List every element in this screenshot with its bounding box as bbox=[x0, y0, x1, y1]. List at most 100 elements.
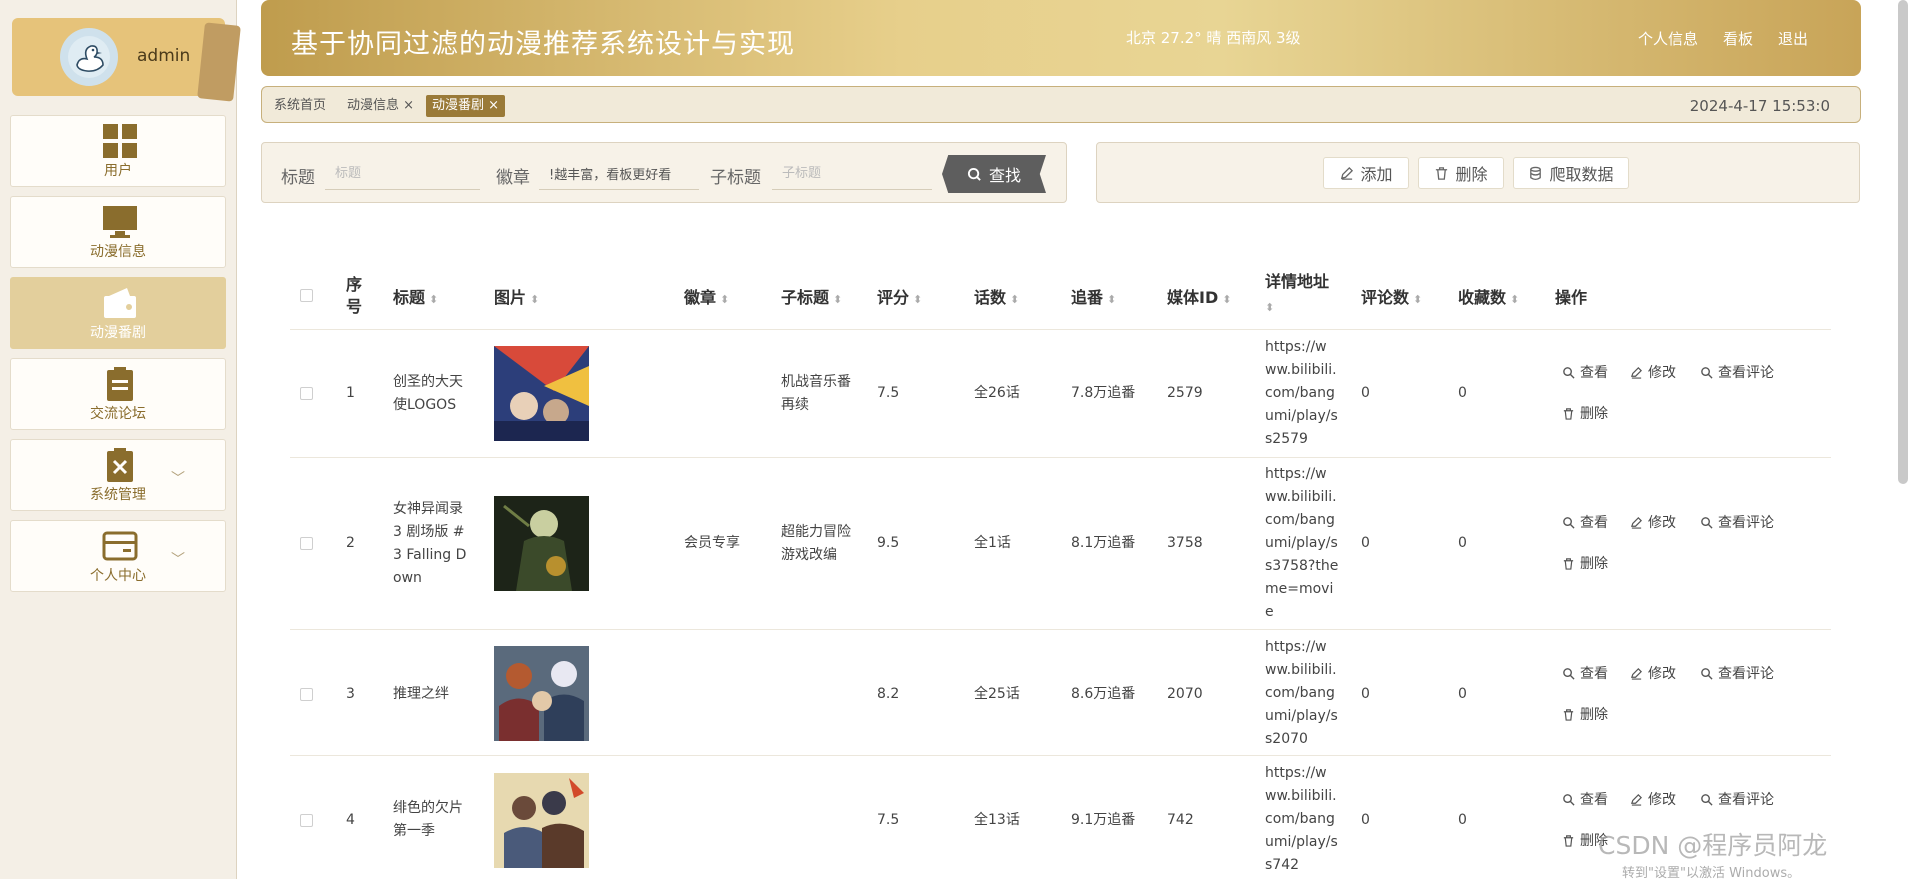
row-checkbox[interactable] bbox=[300, 537, 313, 550]
tab-anime-series[interactable]: 动漫番剧 × bbox=[426, 95, 506, 117]
view-button[interactable]: 查看 bbox=[1562, 663, 1608, 683]
view-button[interactable]: 查看 bbox=[1562, 362, 1608, 382]
cell-follow: 7.8万追番 bbox=[1071, 385, 1136, 401]
sort-icon[interactable]: ⬍ bbox=[1413, 293, 1422, 306]
sort-icon[interactable]: ⬍ bbox=[1222, 293, 1231, 306]
row-checkbox[interactable] bbox=[300, 688, 313, 701]
edit-label: 修改 bbox=[1648, 666, 1676, 682]
cell-url[interactable]: https://w ww.bilibili. com/bang umi/play/s s… bbox=[1265, 636, 1350, 751]
edit-icon bbox=[1631, 366, 1642, 379]
nav-item-forum[interactable]: 交流论坛 bbox=[10, 358, 226, 430]
view-comments-button[interactable]: 查看评论 bbox=[1700, 362, 1774, 382]
row-checkbox[interactable] bbox=[300, 814, 313, 827]
chevron-down-icon[interactable]: ﹀ bbox=[171, 468, 185, 488]
nav-label: 个人中心 bbox=[90, 568, 146, 584]
anime-poster[interactable] bbox=[494, 496, 589, 591]
add-button[interactable]: 添加 bbox=[1323, 157, 1409, 189]
search-icon bbox=[1701, 516, 1713, 529]
col-header-episodes[interactable]: 话数 ⬍ bbox=[974, 284, 1019, 308]
col-header-media-id[interactable]: 媒体ID ⬍ bbox=[1167, 284, 1231, 308]
delete-row-button[interactable]: 删除 bbox=[1562, 704, 1608, 724]
trash-icon bbox=[1436, 166, 1448, 180]
view-comments-button[interactable]: 查看评论 bbox=[1700, 663, 1774, 683]
sort-icon[interactable]: ⬍ bbox=[1010, 293, 1019, 306]
logout-link[interactable]: 退出 bbox=[1778, 28, 1808, 49]
view-comments-button[interactable]: 查看评论 bbox=[1700, 512, 1774, 532]
nav-item-anime-info[interactable]: 动漫信息 bbox=[10, 196, 226, 268]
col-header-comments[interactable]: 评论数 ⬍ bbox=[1361, 284, 1422, 308]
sort-icon[interactable]: ⬍ bbox=[429, 293, 438, 306]
sort-icon[interactable]: ⬍ bbox=[530, 293, 539, 306]
view-button[interactable]: 查看 bbox=[1562, 789, 1608, 809]
user-card[interactable]: admin bbox=[12, 18, 225, 96]
url-line: com/bang bbox=[1265, 385, 1335, 401]
crawl-data-button[interactable]: 爬取数据 bbox=[1513, 157, 1629, 189]
col-header-title[interactable]: 标题 ⬍ bbox=[393, 284, 438, 308]
title-line: 使LOGOS bbox=[393, 397, 457, 413]
title-line: 创圣的大天 bbox=[393, 374, 463, 390]
col-header-url[interactable]: 详情地址 ⬍ bbox=[1265, 270, 1329, 320]
sort-icon[interactable]: ⬍ bbox=[913, 293, 922, 306]
view-button[interactable]: 查看 bbox=[1562, 512, 1608, 532]
view-comments-button[interactable]: 查看评论 bbox=[1700, 789, 1774, 809]
cell-url[interactable]: https://w ww.bilibili. com/bang umi/play/s s… bbox=[1265, 336, 1350, 451]
dashboard-link[interactable]: 看板 bbox=[1723, 28, 1753, 49]
sort-icon[interactable]: ⬍ bbox=[833, 293, 842, 306]
tab-anime-info[interactable]: 动漫信息 × bbox=[347, 96, 414, 116]
col-header-score[interactable]: 评分 ⬍ bbox=[877, 284, 922, 308]
nav-item-anime-series[interactable]: 动漫番剧 bbox=[10, 277, 226, 349]
tab-home[interactable]: 系统首页 bbox=[274, 96, 326, 116]
nav-item-system-management[interactable]: 系统管理 ﹀ bbox=[10, 439, 226, 511]
edit-label: 修改 bbox=[1648, 365, 1676, 381]
title-search-input[interactable] bbox=[325, 157, 480, 190]
search-button[interactable]: 查找 bbox=[942, 155, 1046, 193]
url-line: s742 bbox=[1265, 857, 1300, 873]
cell-url[interactable]: https://w ww.bilibili. com/bang umi/play/s s… bbox=[1265, 463, 1350, 624]
subtitle-search-input[interactable] bbox=[772, 157, 932, 190]
sort-icon[interactable]: ⬍ bbox=[1107, 293, 1116, 306]
nav-item-users[interactable]: 用户 bbox=[10, 115, 226, 187]
search-icon bbox=[1563, 516, 1575, 529]
duck-avatar-icon bbox=[68, 36, 110, 78]
avatar[interactable] bbox=[60, 28, 118, 86]
edit-button[interactable]: 修改 bbox=[1630, 512, 1676, 532]
cell-url[interactable]: https://w ww.bilibili. com/bang umi/play/s s… bbox=[1265, 762, 1350, 877]
sort-icon[interactable]: ⬍ bbox=[1265, 301, 1274, 314]
vertical-scrollbar[interactable] bbox=[1898, 0, 1908, 484]
cell-media-id: 2579 bbox=[1167, 385, 1203, 401]
sort-icon[interactable]: ⬍ bbox=[1510, 293, 1519, 306]
chevron-down-icon[interactable]: ﹀ bbox=[171, 549, 185, 569]
row-checkbox[interactable] bbox=[300, 387, 313, 400]
profile-link[interactable]: 个人信息 bbox=[1638, 28, 1698, 49]
table-header: 序号 标题 ⬍ 图片 ⬍ 徽章 ⬍ 子标题 ⬍ 评分 ⬍ 话数 ⬍ 追番 ⬍ 媒体ID ⬍ 详情… bbox=[290, 264, 1831, 330]
col-header-badge[interactable]: 徽章 ⬍ bbox=[684, 284, 729, 308]
poster-image bbox=[494, 346, 589, 441]
delete-row-button[interactable]: 删除 bbox=[1562, 553, 1608, 573]
search-icon bbox=[1563, 366, 1575, 379]
anime-poster[interactable] bbox=[494, 773, 589, 868]
col-header-follow[interactable]: 追番 ⬍ bbox=[1071, 284, 1116, 308]
cell-favorites: 0 bbox=[1458, 385, 1467, 401]
cell-subtitle: 超能力冒险 游戏改编 bbox=[781, 521, 866, 567]
edit-button[interactable]: 修改 bbox=[1630, 663, 1676, 683]
cell-comments: 0 bbox=[1361, 686, 1370, 702]
col-header-favorites[interactable]: 收藏数 ⬍ bbox=[1458, 284, 1519, 308]
delete-row-button[interactable]: 删除 bbox=[1562, 403, 1608, 423]
poster-image bbox=[494, 496, 589, 591]
select-all-checkbox[interactable] bbox=[300, 289, 313, 302]
nav-item-personal-center[interactable]: 个人中心 ﹀ bbox=[10, 520, 226, 592]
edit-icon bbox=[1631, 793, 1642, 806]
delete-button[interactable]: 删除 bbox=[1418, 157, 1504, 189]
badge-search-input[interactable] bbox=[539, 157, 699, 190]
anime-poster[interactable] bbox=[494, 346, 589, 441]
anime-poster[interactable] bbox=[494, 646, 589, 741]
edit-button[interactable]: 修改 bbox=[1630, 789, 1676, 809]
col-header-subtitle[interactable]: 子标题 ⬍ bbox=[781, 284, 842, 308]
col-title-text: 评分 bbox=[877, 288, 910, 307]
edit-label: 修改 bbox=[1648, 515, 1676, 531]
col-header-image[interactable]: 图片 ⬍ bbox=[494, 284, 539, 308]
edit-button[interactable]: 修改 bbox=[1630, 362, 1676, 382]
grid-icon bbox=[103, 124, 137, 158]
sort-icon[interactable]: ⬍ bbox=[720, 293, 729, 306]
search-icon bbox=[1701, 366, 1713, 379]
